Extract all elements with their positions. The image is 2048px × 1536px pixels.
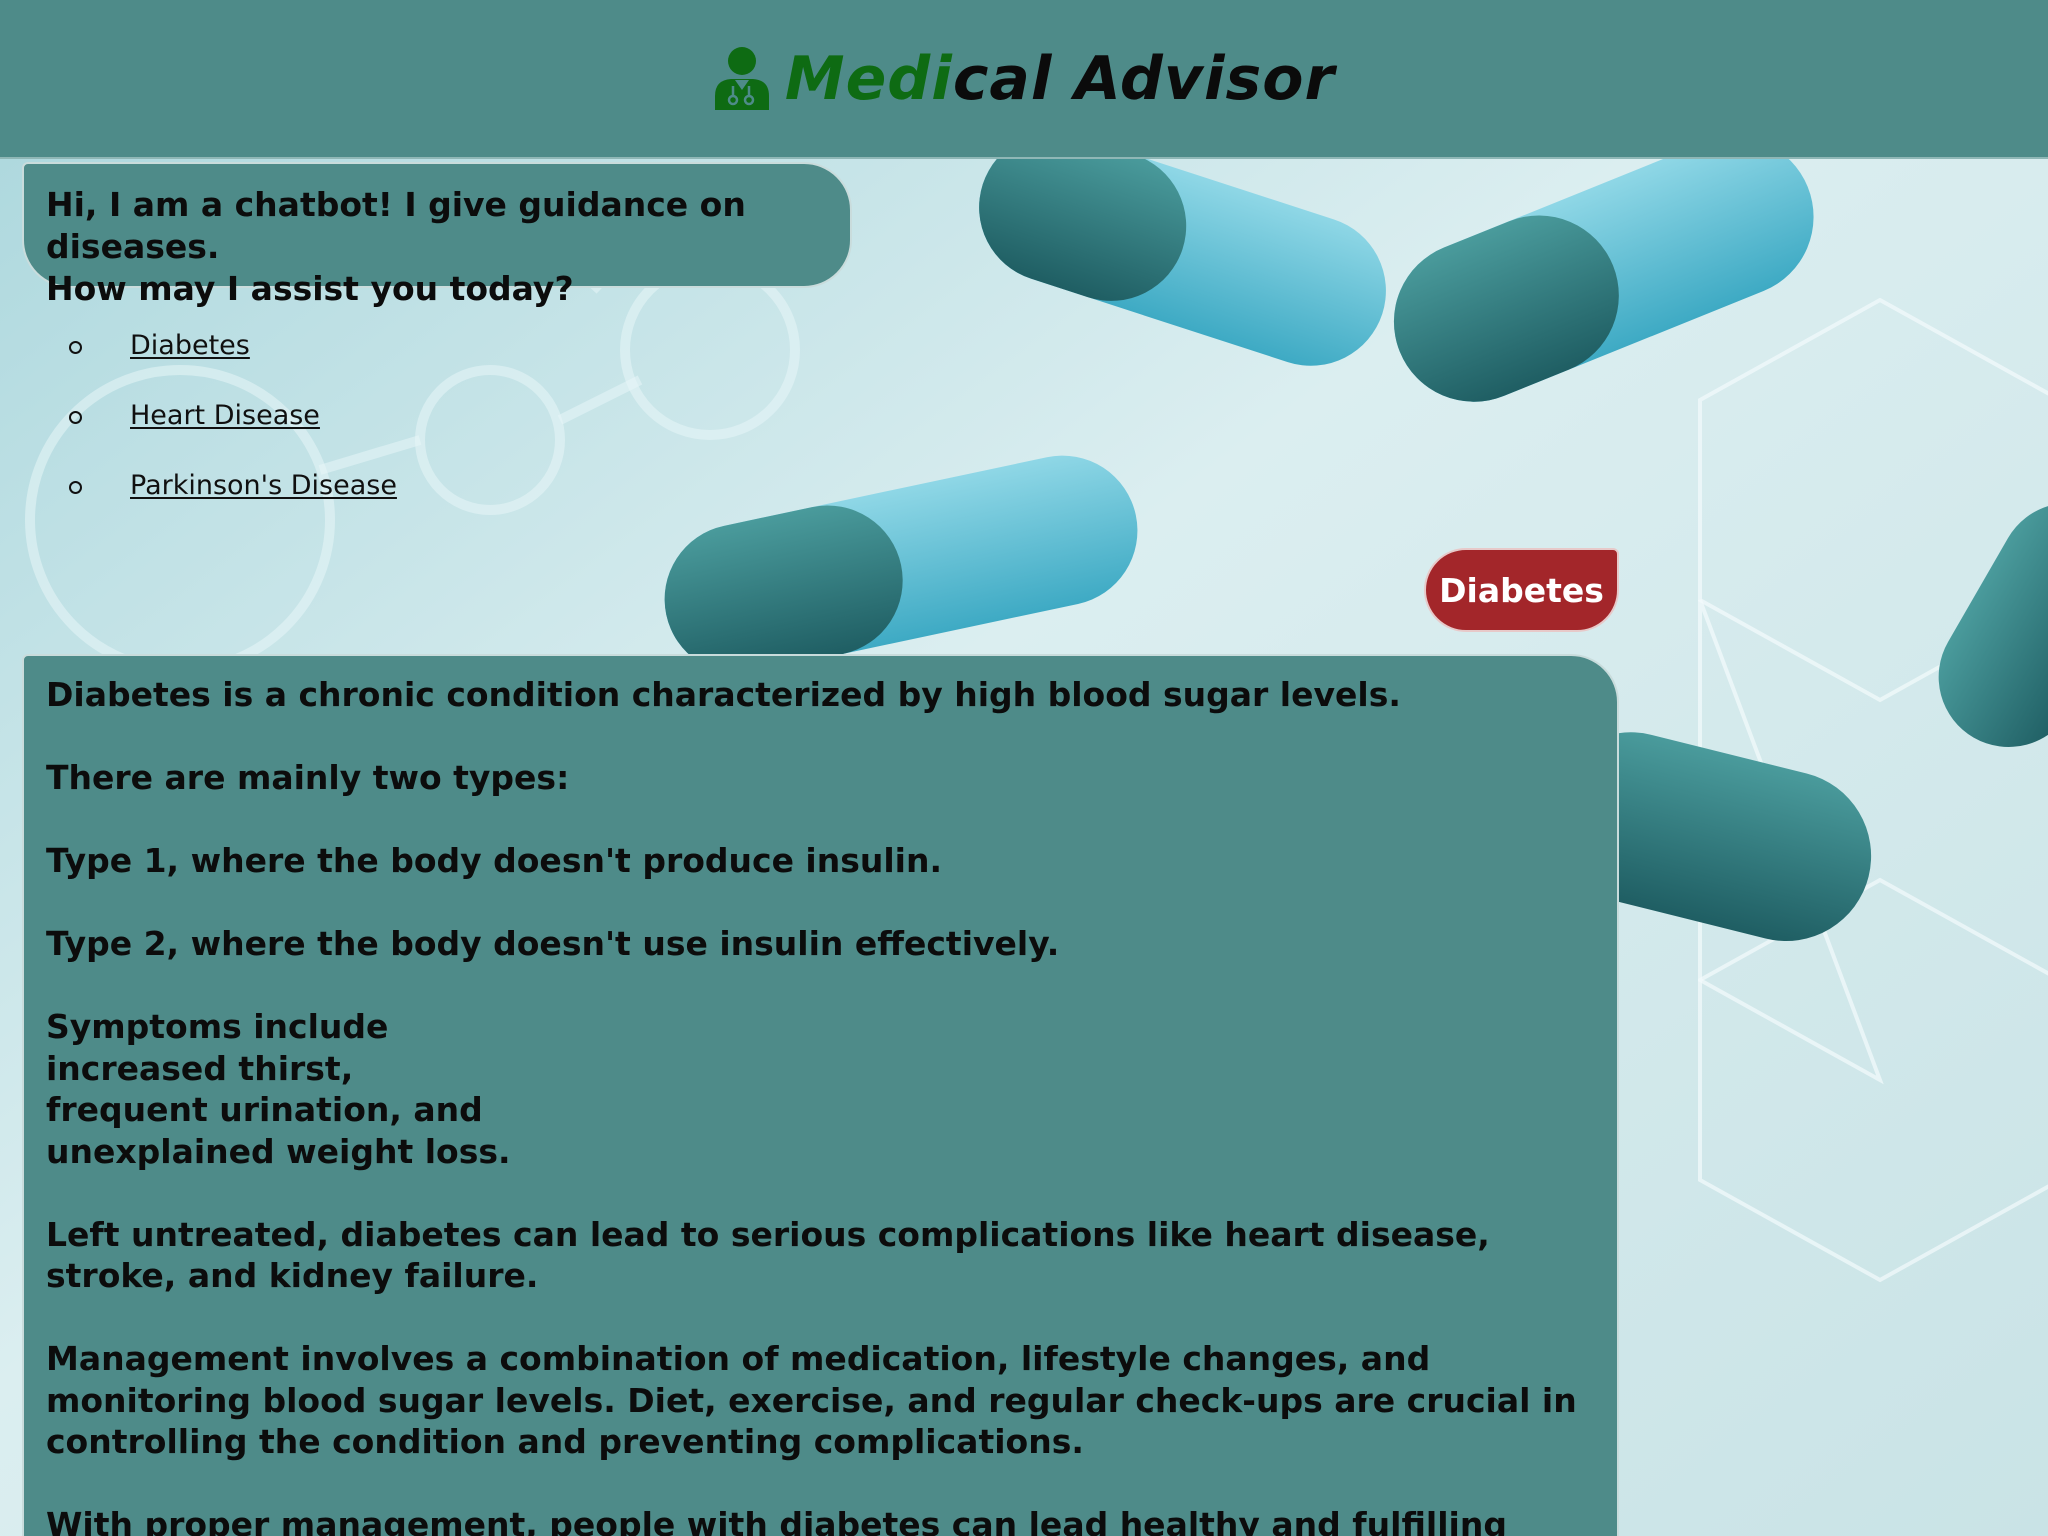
option-heart-disease-link[interactable]: Heart Disease	[130, 400, 320, 431]
answer-complications: Left untreated, diabetes can lead to ser…	[46, 1214, 1490, 1296]
option-heart-disease: Heart Disease	[60, 392, 397, 462]
bullet-icon	[69, 411, 82, 424]
answer-type1: Type 1, where the body doesn't produce i…	[46, 841, 943, 880]
user-message-bubble: Diabetes	[1424, 548, 1619, 632]
app-header: Medical Advisor	[0, 0, 2048, 159]
disease-options-list: Diabetes Heart Disease Parkinson's Disea…	[60, 322, 397, 532]
bot-greeting-bubble: Hi, I am a chatbot! I give guidance on d…	[22, 162, 852, 308]
option-parkinsons-link[interactable]: Parkinson's Disease	[130, 470, 397, 501]
app-title-rest: cal Advisor	[952, 43, 1336, 114]
bullet-icon	[69, 481, 82, 494]
doctor-icon	[714, 46, 769, 110]
greeting-line: How may I assist you today?	[46, 269, 574, 308]
bullet-icon	[69, 341, 82, 354]
option-parkinsons-disease: Parkinson's Disease	[60, 462, 397, 532]
answer-outlook: With proper management, people with diab…	[46, 1505, 1507, 1536]
symptom-line: Symptoms include	[46, 1007, 389, 1046]
answer-symptoms: Symptoms include increased thirst, frequ…	[46, 1006, 1597, 1172]
answer-types-heading: There are mainly two types:	[46, 758, 570, 797]
answer-management: Management involves a combination of med…	[46, 1339, 1577, 1461]
bot-answer-bubble: Diabetes is a chronic condition characte…	[22, 654, 1619, 1536]
brand: Medical Advisor	[713, 44, 1335, 114]
symptom-line: increased thirst,	[46, 1048, 354, 1088]
option-diabetes-link[interactable]: Diabetes	[130, 330, 250, 361]
greeting-line: Hi, I am a chatbot! I give guidance on d…	[46, 185, 746, 266]
option-diabetes: Diabetes	[60, 322, 397, 392]
answer-intro: Diabetes is a chronic condition characte…	[46, 675, 1401, 714]
symptom-line: unexplained weight loss.	[46, 1131, 511, 1171]
app-title: Medical Advisor	[785, 44, 1335, 114]
app-title-accent: Medi	[784, 43, 953, 114]
answer-type2: Type 2, where the body doesn't use insul…	[46, 924, 1060, 963]
symptom-line: frequent urination, and	[46, 1090, 483, 1129]
